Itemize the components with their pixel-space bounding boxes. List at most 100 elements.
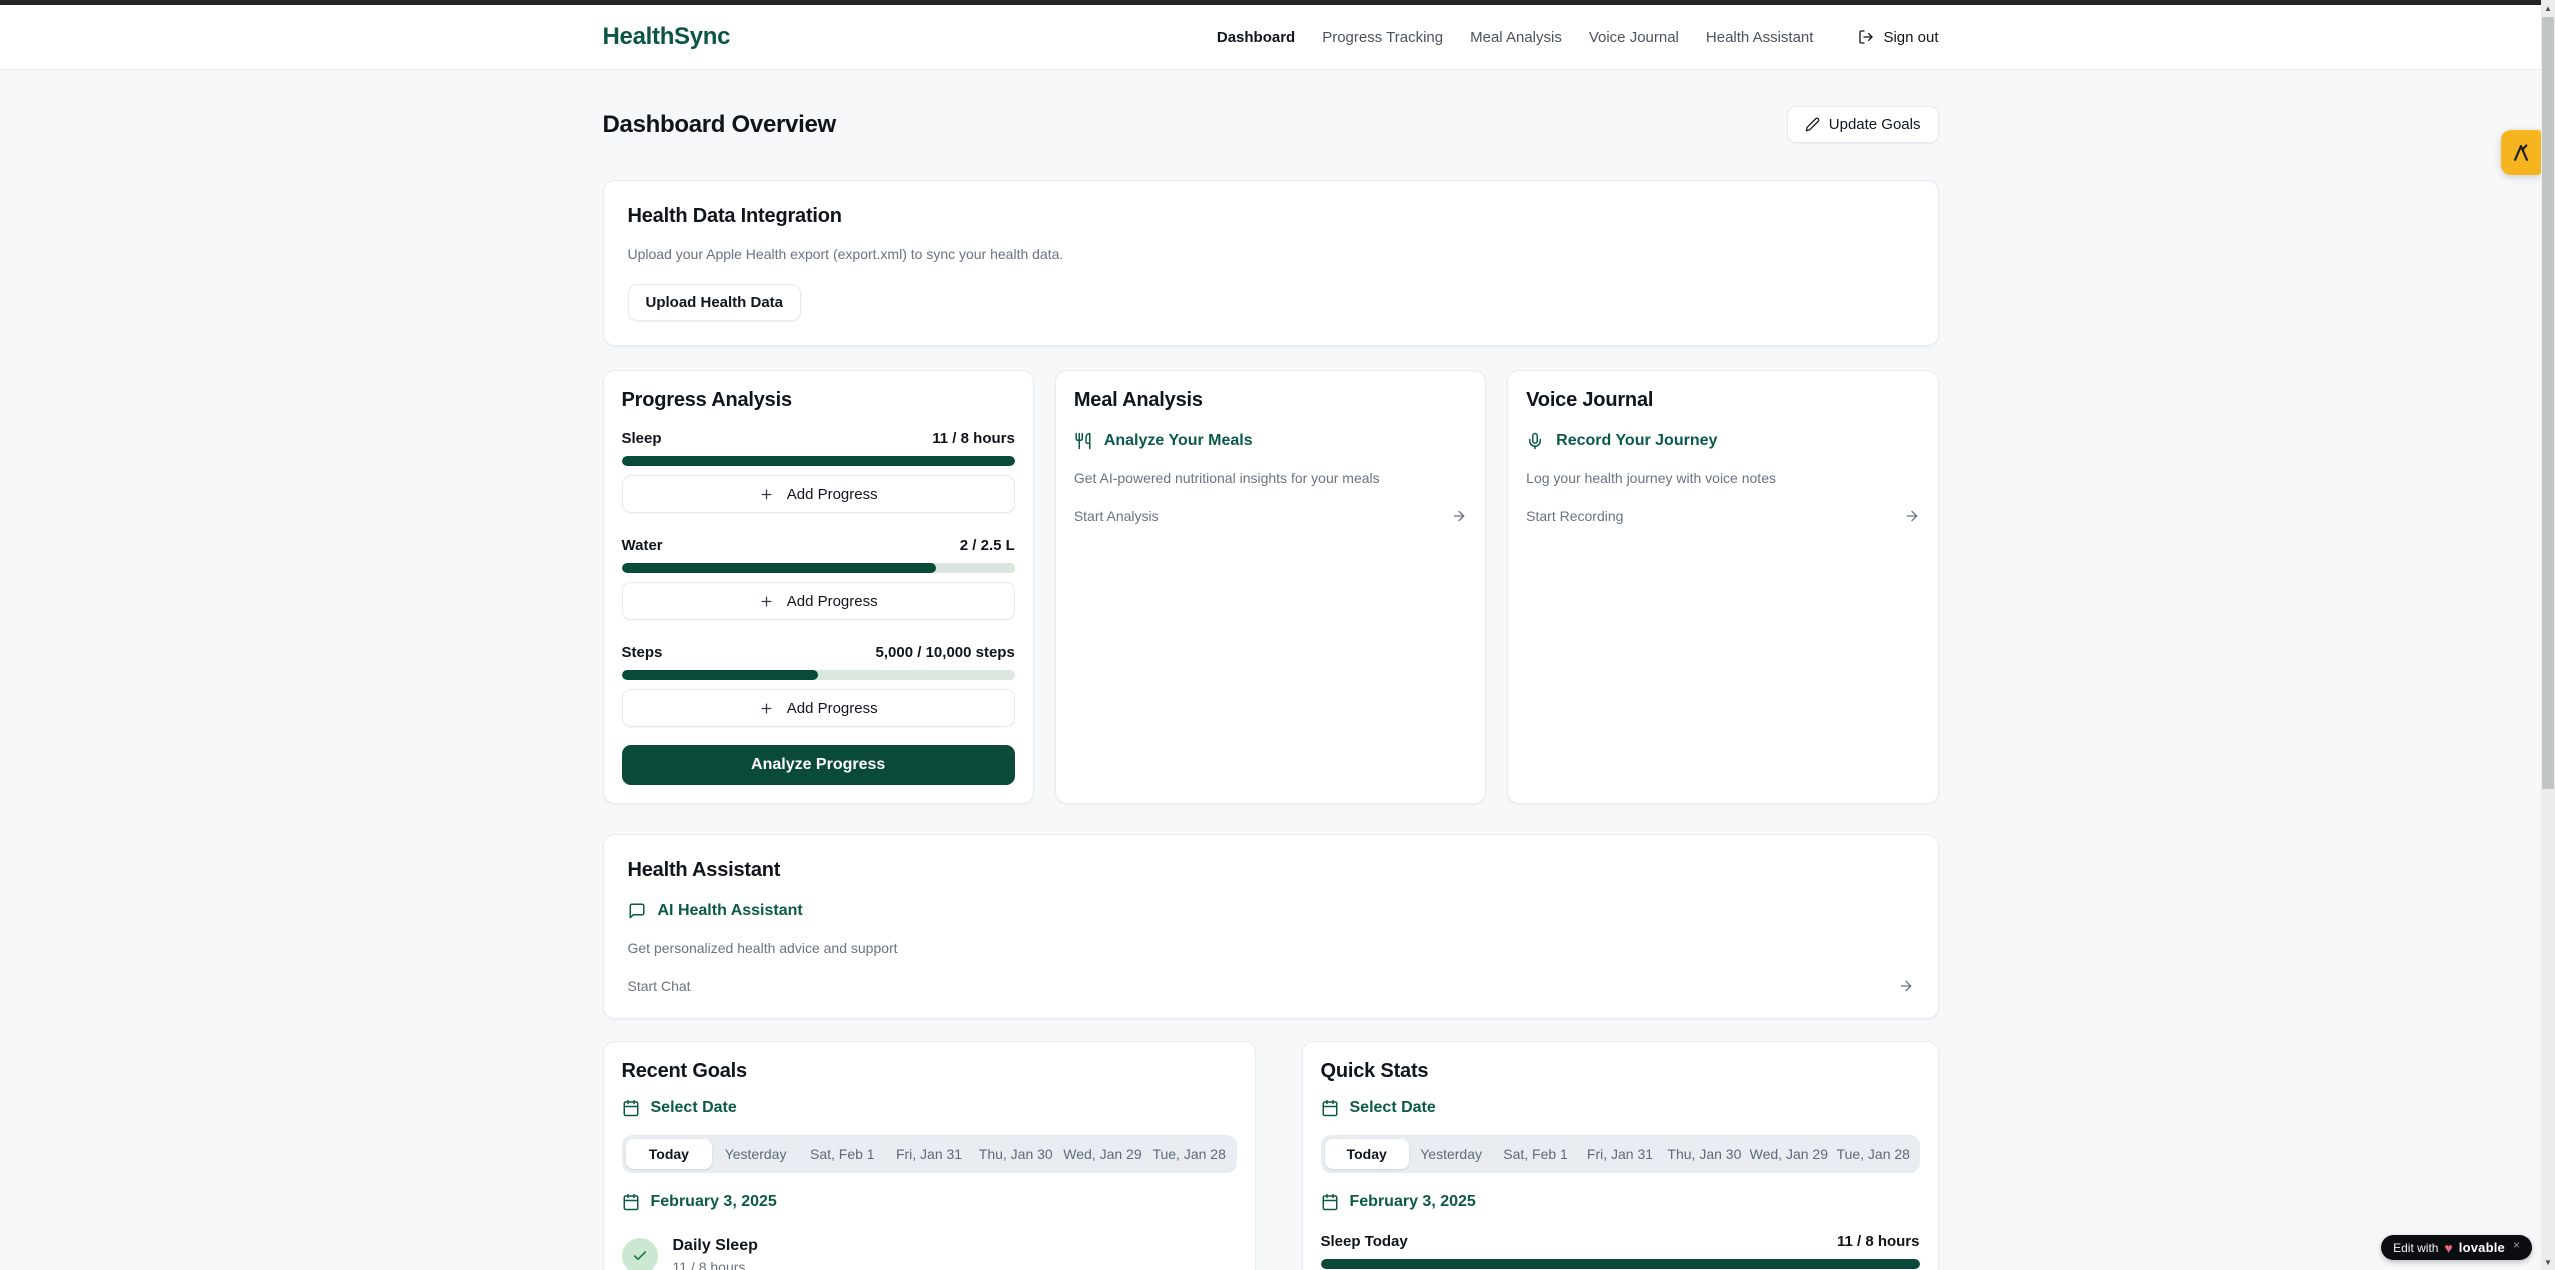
progress-analysis-card: Progress Analysis Sleep 11 / 8 hours Add… (603, 370, 1034, 804)
assistant-description: Get personalized health advice and suppo… (628, 940, 1914, 956)
pencil-icon (1805, 117, 1820, 132)
brand-logo[interactable]: HealthSync (603, 23, 731, 51)
goals-select-date-button[interactable]: Select Date (622, 1099, 1237, 1117)
chat-bubble-icon (628, 902, 646, 920)
plus-icon (759, 594, 774, 609)
logo-icon (2510, 142, 2532, 164)
calendar-icon (622, 1193, 640, 1211)
health-assistant-card: Health Assistant AI Health Assistant Get… (603, 834, 1939, 1019)
goals-tab-fri-jan-31[interactable]: Fri, Jan 31 (886, 1139, 973, 1169)
goal-item-daily-sleep: Daily Sleep 11 / 8 hours (622, 1237, 1237, 1270)
stats-tab-thu-jan-30[interactable]: Thu, Jan 30 (1662, 1139, 1746, 1169)
calendar-icon (1321, 1099, 1339, 1117)
microphone-icon (1526, 432, 1544, 450)
vertical-scrollbar[interactable]: ▲ ▼ (2541, 0, 2555, 1270)
integration-title: Health Data Integration (628, 205, 1914, 228)
edit-widget-fab[interactable] (2501, 130, 2541, 175)
viewport: HealthSync Dashboard Progress Tracking M… (0, 0, 2541, 1270)
nav-meal-analysis[interactable]: Meal Analysis (1470, 29, 1562, 46)
scrollbar-up-arrow[interactable]: ▲ (2541, 0, 2555, 16)
steps-progress-bar (622, 670, 1015, 680)
goals-tab-thu-jan-30[interactable]: Thu, Jan 30 (972, 1139, 1059, 1169)
plus-icon (759, 701, 774, 716)
arrow-right-icon (1898, 978, 1914, 994)
voice-title: Voice Journal (1526, 389, 1919, 412)
arrow-right-icon (1904, 508, 1920, 524)
meal-description: Get AI-powered nutritional insights for … (1074, 470, 1467, 486)
upload-health-data-button[interactable]: Upload Health Data (628, 284, 802, 321)
goals-tab-wed-jan-29[interactable]: Wed, Jan 29 (1059, 1139, 1146, 1169)
scrollbar-thumb[interactable] (2542, 17, 2554, 789)
stats-select-date-button[interactable]: Select Date (1321, 1099, 1920, 1117)
main-content: Dashboard Overview Update Goals Health D… (603, 106, 1939, 1270)
nav-dashboard[interactable]: Dashboard (1217, 29, 1295, 46)
nav-progress-tracking[interactable]: Progress Tracking (1322, 29, 1443, 46)
add-progress-water-button[interactable]: Add Progress (622, 582, 1015, 620)
sign-out-button[interactable]: Sign out (1858, 29, 1938, 46)
nav-voice-journal[interactable]: Voice Journal (1589, 29, 1679, 46)
heart-icon: ♥ (2444, 1241, 2452, 1255)
scrollbar-down-arrow[interactable]: ▼ (2541, 1254, 2555, 1270)
recent-goals-card: Recent Goals Select Date Today Yesterday… (603, 1041, 1256, 1270)
stat-sleep-progress-bar (1321, 1259, 1920, 1269)
check-circle-icon (622, 1238, 658, 1270)
stats-date-tabs: Today Yesterday Sat, Feb 1 Fri, Jan 31 T… (1321, 1135, 1920, 1173)
metric-sleep: Sleep 11 / 8 hours Add Progress (622, 430, 1015, 513)
add-progress-steps-button[interactable]: Add Progress (622, 689, 1015, 727)
sleep-progress-bar (622, 456, 1015, 466)
stats-tab-wed-jan-29[interactable]: Wed, Jan 29 (1747, 1139, 1831, 1169)
utensils-icon (1074, 432, 1092, 450)
app-header: HealthSync Dashboard Progress Tracking M… (0, 5, 2541, 70)
voice-journal-card: Voice Journal Record Your Journey Log yo… (1507, 370, 1938, 804)
close-icon[interactable]: × (2513, 1235, 2520, 1252)
stats-tab-sat-feb-1[interactable]: Sat, Feb 1 (1493, 1139, 1577, 1169)
goal-subtitle: 11 / 8 hours (673, 1259, 758, 1270)
page-title: Dashboard Overview (603, 111, 836, 139)
goals-selected-date[interactable]: February 3, 2025 (622, 1193, 1237, 1211)
log-out-icon (1858, 29, 1874, 45)
assistant-title: Health Assistant (628, 859, 1914, 882)
calendar-icon (1321, 1193, 1339, 1211)
add-progress-sleep-button[interactable]: Add Progress (622, 475, 1015, 513)
metric-sleep-value: 11 / 8 hours (932, 430, 1015, 447)
goals-tab-yesterday[interactable]: Yesterday (712, 1139, 799, 1169)
goal-title: Daily Sleep (673, 1237, 758, 1255)
start-recording-action[interactable]: Start Recording (1526, 508, 1919, 524)
goals-tab-tue-jan-28[interactable]: Tue, Jan 28 (1146, 1139, 1233, 1169)
analyze-progress-button[interactable]: Analyze Progress (622, 745, 1015, 785)
lovable-brand-label: lovable (2459, 1240, 2505, 1255)
integration-description: Upload your Apple Health export (export.… (628, 246, 1914, 262)
quick-stats-title: Quick Stats (1321, 1060, 1920, 1083)
goals-tab-today[interactable]: Today (626, 1139, 713, 1169)
record-your-journey-link[interactable]: Record Your Journey (1526, 432, 1919, 450)
calendar-icon (622, 1099, 640, 1117)
meal-title: Meal Analysis (1074, 389, 1467, 412)
nav-health-assistant[interactable]: Health Assistant (1706, 29, 1814, 46)
start-chat-action[interactable]: Start Chat (628, 978, 1914, 994)
recent-goals-title: Recent Goals (622, 1060, 1237, 1083)
goals-date-tabs: Today Yesterday Sat, Feb 1 Fri, Jan 31 T… (622, 1135, 1237, 1173)
stats-tab-tue-jan-28[interactable]: Tue, Jan 28 (1831, 1139, 1915, 1169)
metric-steps: Steps 5,000 / 10,000 steps Add Progress (622, 644, 1015, 727)
stats-tab-today[interactable]: Today (1325, 1139, 1409, 1169)
stat-sleep-label: Sleep Today (1321, 1233, 1408, 1250)
update-goals-button[interactable]: Update Goals (1787, 106, 1939, 143)
quick-stats-card: Quick Stats Select Date Today Yesterday … (1302, 1041, 1939, 1270)
metric-water-value: 2 / 2.5 L (960, 537, 1015, 554)
edit-with-lovable-badge[interactable]: Edit with ♥ lovable × (2381, 1235, 2532, 1260)
plus-icon (759, 487, 774, 502)
stats-tab-fri-jan-31[interactable]: Fri, Jan 31 (1578, 1139, 1662, 1169)
stat-sleep-value: 11 / 8 hours (1837, 1233, 1920, 1250)
metric-steps-label: Steps (622, 644, 663, 661)
main-nav: Dashboard Progress Tracking Meal Analysi… (1217, 29, 1939, 46)
ai-health-assistant-link[interactable]: AI Health Assistant (628, 902, 1914, 920)
stats-selected-date[interactable]: February 3, 2025 (1321, 1193, 1920, 1211)
stats-tab-yesterday[interactable]: Yesterday (1409, 1139, 1493, 1169)
analyze-your-meals-link[interactable]: Analyze Your Meals (1074, 432, 1467, 450)
start-analysis-action[interactable]: Start Analysis (1074, 508, 1467, 524)
window-top-strip (0, 0, 2541, 5)
sign-out-label: Sign out (1883, 29, 1938, 46)
goals-tab-sat-feb-1[interactable]: Sat, Feb 1 (799, 1139, 886, 1169)
metric-sleep-label: Sleep (622, 430, 662, 447)
health-data-integration-card: Health Data Integration Upload your Appl… (603, 180, 1939, 346)
